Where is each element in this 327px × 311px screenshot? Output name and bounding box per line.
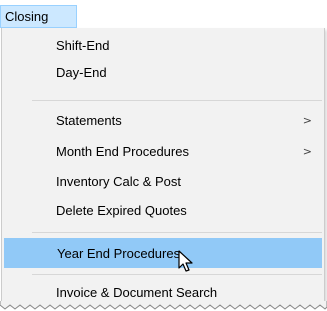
menubar-item-label: Closing (5, 9, 49, 24)
menu-item-inventory-calc-post[interactable]: Inventory Calc & Post (4, 168, 322, 194)
menu-item-label: Delete Expired Quotes (56, 202, 187, 218)
menu-item-label: Statements (56, 112, 122, 128)
menu-item-label: Inventory Calc & Post (56, 173, 181, 189)
menu-item-label: Invoice & Document Search (56, 284, 218, 300)
torn-edge-decoration (0, 301, 327, 310)
menu-item-label: Day-End (56, 64, 107, 80)
menu-separator (32, 100, 322, 101)
menu-item-statements[interactable]: Statements > (4, 107, 322, 133)
menu-item-label: Year End Procedures (57, 245, 181, 261)
menu-separator (32, 232, 322, 233)
menu-item-year-end-procedures[interactable]: Year End Procedures (4, 238, 322, 268)
menu-item-label: Month End Procedures (56, 143, 189, 159)
submenu-arrow-icon: > (302, 113, 312, 127)
submenu-arrow-icon: > (302, 144, 312, 158)
menu-item-label: Shift-End (56, 37, 110, 53)
mouse-pointer-icon (178, 250, 193, 272)
menubar-item-closing[interactable]: Closing (0, 5, 77, 28)
menu-separator (32, 274, 322, 275)
dropdown-menu: Shift-End Day-End Statements > Month End… (1, 28, 325, 304)
menu-item-delete-expired-quotes[interactable]: Delete Expired Quotes (4, 197, 322, 223)
menu-item-shift-end[interactable]: Shift-End (4, 32, 322, 58)
menu-item-day-end[interactable]: Day-End (4, 59, 322, 85)
menu-item-month-end-procedures[interactable]: Month End Procedures > (4, 138, 322, 164)
